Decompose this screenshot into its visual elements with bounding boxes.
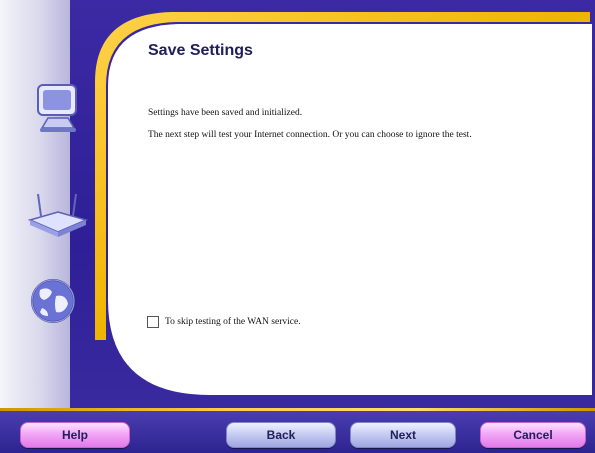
skip-wan-test-checkbox[interactable] [147,316,159,328]
back-button[interactable]: Back [226,422,336,448]
next-button[interactable]: Next [350,422,456,448]
page-title: Save Settings [148,42,253,59]
router-icon [27,193,89,237]
help-button[interactable]: Help [20,422,130,448]
next-step-message: The next step will test your Internet co… [148,130,472,140]
setup-wizard-window: Save Settings Settings have been saved a… [0,0,595,453]
globe-icon [31,279,75,323]
skip-wan-test-label: To skip testing of the WAN service. [165,317,301,327]
status-message: Settings have been saved and initialized… [148,108,303,118]
skip-wan-test-option[interactable]: To skip testing of the WAN service. [147,316,301,328]
computer-icon [37,84,77,132]
cancel-button[interactable]: Cancel [480,422,586,448]
white-panel [108,24,592,395]
